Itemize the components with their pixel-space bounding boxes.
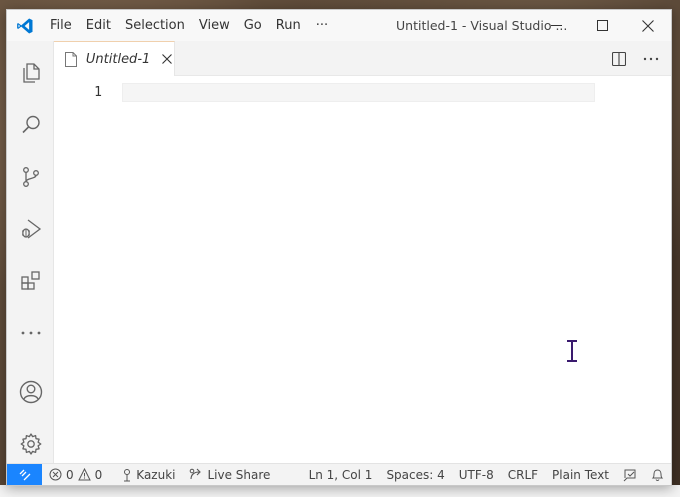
window-controls bbox=[533, 10, 671, 41]
more-actions-button[interactable] bbox=[639, 47, 663, 71]
source-control-icon bbox=[22, 167, 39, 187]
error-icon bbox=[49, 468, 62, 481]
user-indicator[interactable]: Kazuki bbox=[115, 468, 182, 482]
manage-gear-icon bbox=[20, 433, 41, 455]
activity-bar bbox=[7, 41, 54, 465]
language-mode[interactable]: Plain Text bbox=[545, 468, 616, 482]
indentation-setting[interactable]: Spaces: 4 bbox=[379, 468, 451, 482]
error-count: 0 bbox=[66, 467, 74, 482]
tab-label: Untitled-1 bbox=[85, 51, 151, 67]
account-icon bbox=[19, 380, 42, 404]
split-editor-button[interactable] bbox=[607, 47, 631, 71]
more-icon bbox=[643, 57, 659, 60]
menu-view[interactable]: View bbox=[192, 10, 237, 41]
problems-indicator[interactable]: 0 0 bbox=[42, 468, 109, 482]
current-line-highlight bbox=[122, 83, 595, 102]
live-share-icon bbox=[190, 468, 202, 480]
menu-edit[interactable]: Edit bbox=[79, 10, 118, 41]
activity-account[interactable] bbox=[7, 368, 54, 416]
activity-explorer[interactable] bbox=[7, 49, 54, 97]
activity-extensions[interactable] bbox=[7, 257, 54, 305]
text-cursor-icon bbox=[567, 340, 577, 362]
line-number: 1 bbox=[94, 85, 102, 100]
maximize-button[interactable] bbox=[579, 10, 625, 41]
remote-indicator-button[interactable] bbox=[7, 463, 42, 485]
activity-run-debug[interactable] bbox=[7, 205, 54, 253]
activity-manage[interactable] bbox=[7, 420, 54, 468]
editor-actions bbox=[607, 41, 663, 76]
activity-more[interactable] bbox=[7, 309, 54, 357]
title-bar: File Edit Selection View Go Run ··· Unti… bbox=[7, 10, 671, 41]
feedback-button[interactable] bbox=[616, 468, 644, 482]
search-icon bbox=[21, 115, 40, 134]
close-icon bbox=[642, 19, 654, 32]
editor-tab-bar: Untitled-1 bbox=[54, 41, 671, 76]
more-icon bbox=[21, 331, 40, 335]
text-editor[interactable]: 1 bbox=[54, 76, 671, 463]
user-name: Kazuki bbox=[136, 467, 176, 482]
notifications-button[interactable] bbox=[644, 468, 671, 482]
tab-close-button[interactable] bbox=[159, 51, 174, 67]
warning-count: 0 bbox=[94, 467, 103, 482]
vscode-window: File Edit Selection View Go Run ··· Unti… bbox=[6, 9, 672, 486]
extensions-icon bbox=[20, 271, 40, 290]
remote-icon bbox=[19, 469, 30, 480]
minimize-button[interactable] bbox=[533, 10, 579, 41]
menu-file[interactable]: File bbox=[43, 10, 79, 41]
eol-setting[interactable]: CRLF bbox=[501, 468, 545, 482]
warning-icon bbox=[77, 468, 91, 481]
activity-search[interactable] bbox=[7, 101, 54, 149]
vscode-logo-icon bbox=[7, 10, 43, 41]
status-bar: 0 0 Kazuki Live Share Ln 1, Col 1 Spaces… bbox=[7, 463, 671, 485]
file-icon bbox=[65, 51, 78, 67]
feedback-icon bbox=[623, 469, 636, 482]
encoding-setting[interactable]: UTF-8 bbox=[452, 468, 501, 482]
explorer-icon bbox=[22, 63, 40, 83]
menu-selection[interactable]: Selection bbox=[118, 10, 192, 41]
minimize-icon bbox=[550, 25, 562, 26]
tab-untitled-1[interactable]: Untitled-1 bbox=[54, 41, 175, 76]
live-share-user-icon bbox=[124, 468, 131, 481]
close-icon bbox=[161, 54, 172, 64]
bell-icon bbox=[651, 469, 664, 481]
live-share-label: Live Share bbox=[207, 467, 271, 482]
menu-more-icon[interactable]: ··· bbox=[308, 10, 336, 41]
split-editor-icon bbox=[612, 51, 626, 66]
live-share-button[interactable]: Live Share bbox=[182, 468, 277, 482]
activity-source-control[interactable] bbox=[7, 153, 54, 201]
maximize-icon bbox=[596, 20, 608, 31]
run-debug-icon bbox=[21, 219, 41, 239]
status-bar-right: Ln 1, Col 1 Spaces: 4 UTF-8 CRLF Plain T… bbox=[302, 464, 671, 485]
menu-bar: File Edit Selection View Go Run ··· bbox=[43, 10, 336, 41]
menu-run[interactable]: Run bbox=[269, 10, 308, 41]
menu-go[interactable]: Go bbox=[237, 10, 269, 41]
desktop-background-strip bbox=[0, 485, 680, 497]
cursor-position[interactable]: Ln 1, Col 1 bbox=[302, 468, 380, 482]
close-window-button[interactable] bbox=[625, 10, 671, 41]
